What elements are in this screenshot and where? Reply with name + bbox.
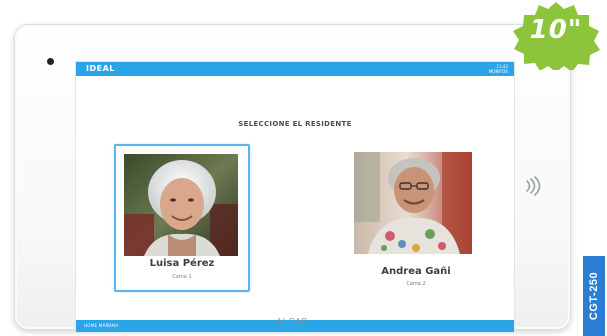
- top-status-bar: IDEAL 11:42 MONITOR: [76, 62, 514, 76]
- resident-room-2: Cama 2: [406, 281, 426, 287]
- page-title: SELECCIONE EL RESIDENTE: [238, 120, 352, 128]
- resident-card-2[interactable]: Andrea Gañi Cama 2: [340, 148, 472, 292]
- product-image: IDEAL 11:42 MONITOR SELECCIONE EL RESIDE…: [0, 0, 607, 336]
- touch-screen: IDEAL 11:42 MONITOR SELECCIONE EL RESIDE…: [75, 61, 515, 333]
- resident-photo-2: [354, 152, 472, 254]
- device-brand: ALCAD: [276, 317, 309, 326]
- badge-text: 10": [529, 15, 583, 45]
- brand-logo: IDEAL: [86, 64, 115, 73]
- model-tag: CGT-250: [583, 256, 605, 336]
- screen-size-badge: 10": [510, 0, 602, 72]
- resident-photo-1: [124, 154, 238, 256]
- monitor-device: IDEAL 11:42 MONITOR SELECCIONE EL RESIDE…: [14, 24, 571, 333]
- resident-card-1[interactable]: Luisa Pérez Cama 1: [114, 144, 250, 292]
- nfc-icon: [521, 175, 543, 197]
- model-tag-text: CGT-250: [588, 271, 600, 321]
- resident-portrait-2: [354, 152, 472, 254]
- resident-room-1: Cama 1: [172, 274, 192, 280]
- resident-portrait-1: [124, 154, 238, 256]
- resident-name-2: Andrea Gañi: [381, 266, 451, 277]
- camera-icon: [47, 58, 54, 65]
- resident-name-1: Luisa Pérez: [149, 258, 215, 269]
- status-readout: 11:42 MONITOR: [488, 64, 508, 74]
